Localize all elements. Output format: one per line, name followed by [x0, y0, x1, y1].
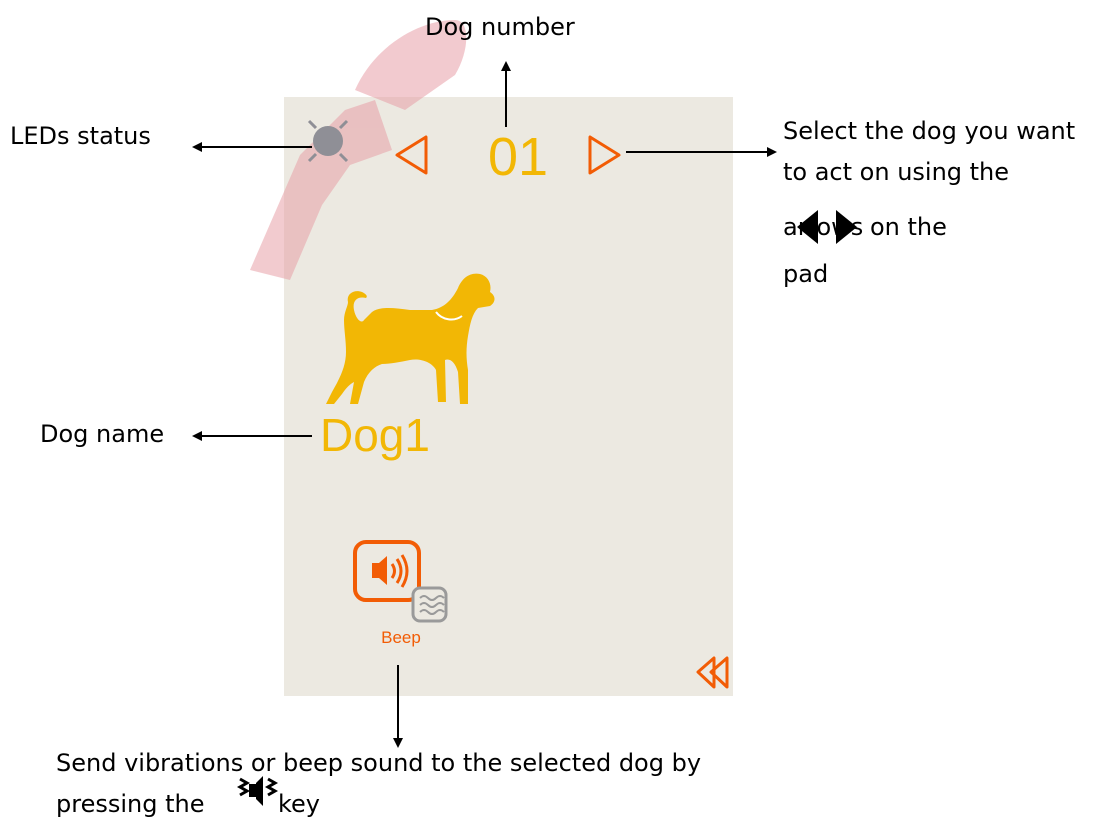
callout-dog-number: Dog number — [425, 13, 575, 41]
back-icon[interactable] — [696, 656, 729, 689]
next-arrow-icon[interactable] — [588, 135, 621, 175]
led-icon — [307, 119, 349, 163]
callout-select-line2: to act on using the — [783, 158, 1010, 186]
callout-send-line1: Send vibrations or beep sound to the sel… — [56, 749, 702, 777]
beep-label: Beep — [381, 628, 421, 647]
callout-send-line2-a: pressing the — [56, 790, 205, 818]
prev-arrow-icon[interactable] — [395, 135, 428, 175]
callout-dog-name: Dog name — [40, 420, 165, 448]
callout-send-line2-b: key — [278, 790, 321, 818]
vibration-icon[interactable] — [411, 586, 448, 623]
callout-leds-status: LEDs status — [10, 122, 151, 150]
speaker-icon[interactable] — [353, 540, 421, 602]
callout-select-line3-b: on the — [870, 213, 947, 241]
dog-number-value: 01 — [487, 127, 549, 187]
callout-select-line4: pad — [783, 260, 829, 288]
callout-select-line1: Select the dog you want — [783, 117, 1076, 145]
watermark — [250, 20, 467, 280]
dog-name-value: Dog1 — [320, 409, 430, 461]
dog-icon — [326, 273, 495, 404]
callout-select-line3-a: arrows — [783, 213, 864, 241]
